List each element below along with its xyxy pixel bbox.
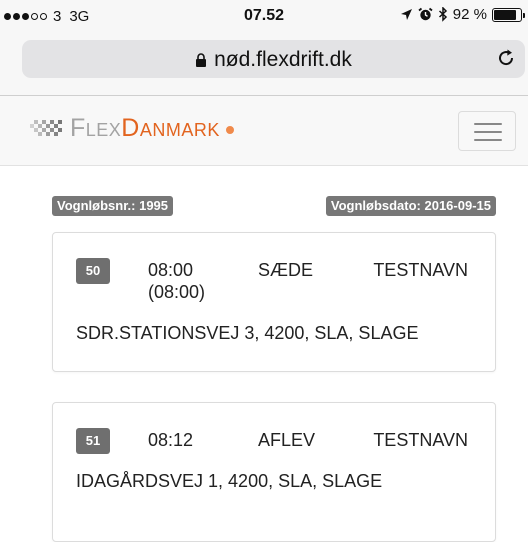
status-icons: 92 % bbox=[400, 6, 525, 23]
location-arrow-icon bbox=[400, 8, 412, 20]
alarm-clock-icon bbox=[418, 7, 433, 21]
battery-level-fill bbox=[494, 9, 516, 20]
stop-planned-time: (08:00) bbox=[148, 282, 206, 302]
bluetooth-icon bbox=[438, 7, 447, 22]
status-bar: 3 3G 07.52 92 % bbox=[0, 0, 528, 32]
menu-bar-line bbox=[474, 139, 502, 141]
route-number-badge: Vognløbsnr.: 1995 bbox=[52, 196, 174, 216]
url-text: nød.flexdrift.dk bbox=[214, 48, 352, 71]
route-date-badge: Vognløbsdato: 2016-09-15 bbox=[325, 196, 496, 216]
logo-dot bbox=[225, 126, 234, 134]
site-navbar: Flex Danmark bbox=[0, 96, 528, 166]
checkered-flag-icon bbox=[30, 120, 62, 136]
logo-text-danmark: Danmark bbox=[121, 113, 220, 142]
stop-card[interactable]: 51 08:12 AFLEV TESTNAVN IDAGÅRDSVEJ 1, 4… bbox=[52, 402, 496, 542]
flexdanmark-logo[interactable]: Flex Danmark bbox=[28, 110, 234, 146]
stop-number-badge: 51 bbox=[76, 428, 110, 454]
menu-bar-line bbox=[474, 123, 502, 125]
battery-icon bbox=[492, 7, 525, 22]
passenger-name: TESTNAVN bbox=[373, 430, 468, 450]
address-bar[interactable]: nød.flexdrift.dk bbox=[22, 40, 525, 78]
stop-time: 08:12 bbox=[148, 430, 194, 450]
menu-bar-line bbox=[474, 131, 502, 133]
battery-tip bbox=[523, 12, 525, 18]
lock-icon bbox=[196, 53, 207, 67]
passenger-name: TESTNAVN bbox=[373, 260, 468, 280]
stop-action: SÆDE bbox=[258, 260, 314, 280]
hamburger-menu-button[interactable] bbox=[458, 111, 516, 151]
reload-icon[interactable] bbox=[495, 47, 517, 69]
browser-toolbar: nød.flexdrift.dk bbox=[0, 32, 528, 96]
battery-percentage: 92 % bbox=[452, 6, 487, 23]
address-text-wrap: nød.flexdrift.dk bbox=[22, 48, 525, 72]
stop-action: AFLEV bbox=[258, 430, 316, 450]
stop-address: SDR.STATIONSVEJ 3, 4200, SLA, SLAGE bbox=[76, 323, 419, 343]
stop-number-badge: 50 bbox=[76, 258, 110, 284]
stop-address: IDAGÅRDSVEJ 1, 4200, SLA, SLAGE bbox=[76, 471, 383, 491]
stop-card[interactable]: 50 08:00 (08:00) SÆDE TESTNAVN SDR.STATI… bbox=[52, 232, 496, 372]
logo-text-flex: Flex bbox=[70, 113, 122, 142]
stop-time: 08:00 bbox=[148, 260, 194, 280]
